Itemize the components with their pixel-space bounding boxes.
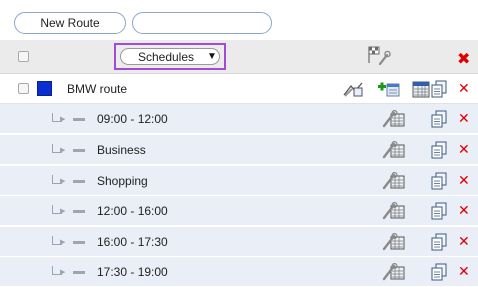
- copy-icon[interactable]: [431, 80, 447, 98]
- schedule-line-icon: [73, 271, 85, 274]
- schedule-edit-icon[interactable]: [382, 172, 406, 190]
- schedule-select[interactable]: Schedules ▼: [120, 48, 220, 65]
- calendar-icon[interactable]: [410, 79, 432, 99]
- close-icon[interactable]: ✕: [458, 143, 470, 157]
- schedule-label: Business: [97, 143, 146, 157]
- schedule-row[interactable]: ▶ 12:00 - 16:00 ✕: [0, 196, 478, 226]
- schedule-edit-icon[interactable]: [382, 110, 406, 128]
- schedule-select-value: Schedules: [137, 49, 195, 64]
- schedule-edit-icon[interactable]: [382, 233, 406, 251]
- route-row[interactable]: BMW route ✕: [0, 74, 478, 104]
- schedule-label: Shopping: [97, 174, 148, 188]
- close-icon[interactable]: ✕: [458, 235, 470, 249]
- close-icon[interactable]: ✖: [457, 51, 470, 67]
- schedule-select-highlight: Schedules ▼: [114, 43, 226, 70]
- schedule-row[interactable]: ▶ 16:00 - 17:30 ✕: [0, 227, 478, 257]
- schedule-line-icon: [73, 241, 85, 244]
- table-header: Schedules ▼ ✖: [0, 40, 478, 74]
- schedule-line-icon: [73, 149, 85, 152]
- schedule-row[interactable]: ▶ 09:00 - 12:00 ✕: [0, 104, 478, 134]
- schedule-edit-icon[interactable]: [382, 263, 406, 281]
- tree-arrow-icon: ▶: [60, 269, 66, 276]
- toolbar: New Route: [0, 0, 478, 40]
- schedule-label: 12:00 - 16:00: [97, 204, 168, 218]
- add-schedule-icon[interactable]: [377, 79, 401, 99]
- copy-icon[interactable]: [431, 202, 447, 220]
- schedule-label: 09:00 - 12:00: [97, 112, 168, 126]
- select-all-checkbox[interactable]: [18, 51, 29, 62]
- schedule-label: 16:00 - 17:30: [97, 235, 168, 249]
- route-edit-icon[interactable]: [342, 80, 364, 98]
- route-checkbox[interactable]: [18, 83, 29, 94]
- flag-settings-icon[interactable]: [366, 44, 392, 66]
- schedule-line-icon: [73, 180, 85, 183]
- tree-arrow-icon: ▶: [60, 239, 66, 246]
- schedule-edit-icon[interactable]: [382, 141, 406, 159]
- copy-icon[interactable]: [431, 110, 447, 128]
- schedule-row[interactable]: ▶ Shopping ✕: [0, 166, 478, 196]
- schedule-label: 17:30 - 19:00: [97, 265, 168, 279]
- close-icon[interactable]: ✕: [458, 112, 470, 126]
- close-icon[interactable]: ✕: [458, 82, 470, 96]
- schedule-edit-icon[interactable]: [382, 202, 406, 220]
- schedule-line-icon: [73, 118, 85, 121]
- schedule-row[interactable]: ▶ 17:30 - 19:00 ✕: [0, 257, 478, 287]
- new-route-button[interactable]: New Route: [14, 12, 126, 34]
- tree-arrow-icon: ▶: [60, 147, 66, 154]
- close-icon[interactable]: ✕: [458, 204, 470, 218]
- close-icon[interactable]: ✕: [458, 174, 470, 188]
- chevron-down-icon: ▼: [207, 51, 217, 62]
- schedule-row[interactable]: ▶ Business ✕: [0, 135, 478, 165]
- copy-icon[interactable]: [431, 141, 447, 159]
- route-name: BMW route: [67, 82, 128, 96]
- tree-arrow-icon: ▶: [60, 116, 66, 123]
- close-icon[interactable]: ✕: [458, 265, 470, 279]
- search-input[interactable]: [132, 12, 272, 34]
- schedule-line-icon: [73, 210, 85, 213]
- copy-icon[interactable]: [431, 233, 447, 251]
- route-color-swatch[interactable]: [37, 81, 52, 96]
- copy-icon[interactable]: [431, 263, 447, 281]
- tree-arrow-icon: ▶: [60, 178, 66, 185]
- copy-icon[interactable]: [431, 172, 447, 190]
- tree-arrow-icon: ▶: [60, 208, 66, 215]
